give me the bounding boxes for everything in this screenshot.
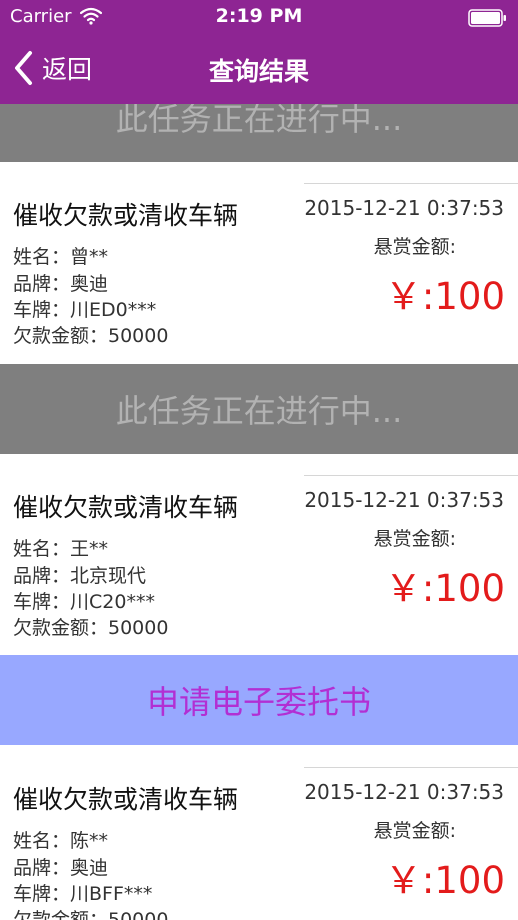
status-bar: Carrier 2:19 PM	[0, 0, 518, 34]
car-brand: 品牌：奥迪	[13, 273, 109, 295]
task-title: 催收欠款或清收车辆	[13, 785, 239, 814]
results-list[interactable]: 此任务正在进行中... 催收欠款或清收车辆 2015-12-21 0:37:53…	[0, 104, 518, 920]
battery-icon	[468, 9, 508, 31]
task-title: 催收欠款或清收车辆	[13, 201, 239, 230]
task-card[interactable]: 催收欠款或清收车辆 2015-12-21 0:37:53 姓名：曾** 品牌：奥…	[0, 162, 518, 362]
card-divider	[304, 767, 518, 768]
back-button[interactable]: 返回	[12, 50, 92, 86]
reward-label: 悬赏金额:	[373, 820, 456, 842]
reward-amount: ￥:100	[384, 859, 505, 902]
debt-amount: 欠款金额：50000	[13, 325, 169, 347]
task-card[interactable]: 催收欠款或清收车辆 2015-12-21 0:37:53 姓名：陈** 品牌：奥…	[0, 746, 518, 920]
reward-amount: ￥:100	[384, 275, 505, 318]
debtor-name: 姓名：曾**	[13, 246, 109, 268]
license-plate: 车牌：川C20***	[13, 591, 155, 613]
reward-label: 悬赏金额:	[373, 528, 456, 550]
in-progress-banner: 此任务正在进行中...	[0, 364, 518, 454]
navigation-bar: 返回 查询结果	[0, 34, 518, 104]
debtor-name: 姓名：陈**	[13, 830, 109, 852]
back-label: 返回	[42, 55, 93, 84]
apply-authorization-button[interactable]: 申请电子委托书	[0, 655, 518, 745]
task-date: 2015-12-21 0:37:53	[304, 488, 504, 512]
chevron-left-icon	[15, 51, 32, 85]
reward-amount: ￥:100	[384, 567, 505, 610]
license-plate: 车牌：川BFF***	[13, 883, 153, 905]
card-divider	[304, 183, 518, 184]
debtor-name: 姓名：王**	[13, 538, 109, 560]
debt-amount: 欠款金额：50000	[13, 909, 169, 920]
debt-amount: 欠款金额：50000	[13, 617, 169, 639]
card-divider	[304, 475, 518, 476]
reward-label: 悬赏金额:	[373, 236, 456, 258]
car-brand: 品牌：北京现代	[13, 565, 147, 587]
car-brand: 品牌：奥迪	[13, 857, 109, 879]
task-date: 2015-12-21 0:37:53	[304, 780, 504, 804]
task-card[interactable]: 催收欠款或清收车辆 2015-12-21 0:37:53 姓名：王** 品牌：北…	[0, 454, 518, 654]
task-title: 催收欠款或清收车辆	[13, 493, 239, 522]
license-plate: 车牌：川ED0***	[13, 299, 157, 321]
status-time: 2:19 PM	[215, 5, 303, 27]
task-date: 2015-12-21 0:37:53	[304, 196, 504, 220]
in-progress-banner: 此任务正在进行中...	[0, 104, 518, 162]
